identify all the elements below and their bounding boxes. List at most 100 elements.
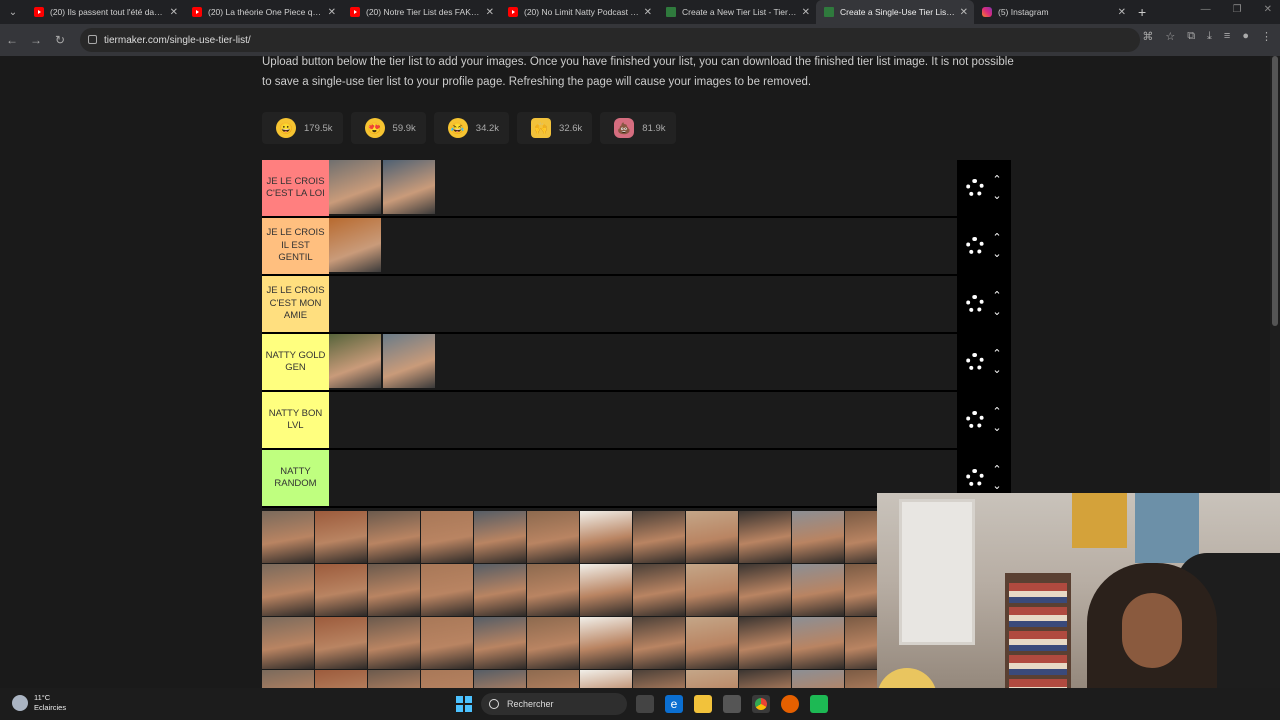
pool-image[interactable] bbox=[792, 511, 844, 563]
pool-image[interactable] bbox=[580, 670, 632, 688]
browser-tab[interactable]: (20) La théorie One Piece qui e ✕ bbox=[184, 0, 342, 24]
reaction-button[interactable]: 😀 179.5k bbox=[262, 112, 343, 144]
pool-image[interactable] bbox=[315, 670, 367, 688]
pool-image[interactable] bbox=[315, 617, 367, 669]
pool-image[interactable] bbox=[580, 617, 632, 669]
store-icon[interactable] bbox=[723, 695, 741, 713]
chrome-icon[interactable] bbox=[752, 695, 770, 713]
pool-image[interactable] bbox=[739, 670, 791, 688]
pool-image[interactable] bbox=[421, 511, 473, 563]
download-icon[interactable]: ⤓ bbox=[1207, 30, 1212, 43]
pool-image[interactable] bbox=[633, 617, 685, 669]
pool-image[interactable] bbox=[262, 670, 314, 688]
pool-image[interactable] bbox=[527, 511, 579, 563]
chevron-down-icon[interactable]: ⌄ bbox=[992, 481, 1001, 492]
pool-image[interactable] bbox=[633, 564, 685, 616]
scrollbar-thumb[interactable] bbox=[1272, 56, 1278, 326]
tier-label[interactable]: NATTY BON LVL bbox=[262, 392, 329, 448]
pool-image[interactable] bbox=[739, 564, 791, 616]
site-info-icon[interactable] bbox=[88, 35, 97, 44]
bookmark-star-icon[interactable]: ☆ bbox=[1165, 30, 1175, 43]
pool-image[interactable] bbox=[421, 670, 473, 688]
pool-image[interactable] bbox=[527, 564, 579, 616]
pool-image[interactable] bbox=[686, 670, 738, 688]
tier-item-image[interactable] bbox=[329, 160, 381, 214]
tier-drop-zone[interactable] bbox=[329, 218, 957, 274]
gear-icon[interactable] bbox=[966, 179, 985, 197]
chevron-up-icon[interactable]: ⌃ bbox=[992, 465, 1001, 476]
close-icon[interactable]: ✕ bbox=[644, 7, 652, 18]
browser-tab[interactable]: (5) Instagram ✕ bbox=[974, 0, 1132, 24]
close-icon[interactable]: ✕ bbox=[802, 7, 810, 18]
reaction-button[interactable]: 😍 59.9k bbox=[350, 112, 426, 144]
browser-tab[interactable]: (20) Ils passent tout l'été dans l ✕ bbox=[26, 0, 184, 24]
browser-tab[interactable]: (20) Notre Tier List des FAKE N ✕ bbox=[342, 0, 500, 24]
url-field[interactable]: tiermaker.com/single-use-tier-list/ bbox=[80, 28, 1140, 52]
close-icon[interactable]: ✕ bbox=[486, 7, 494, 18]
reaction-button[interactable]: 😂 34.2k bbox=[433, 112, 510, 144]
chevron-down-icon[interactable]: ⌄ bbox=[992, 249, 1001, 260]
pool-image[interactable] bbox=[686, 564, 738, 616]
tier-item-image[interactable] bbox=[329, 334, 381, 388]
close-window-icon[interactable]: ✕ bbox=[1264, 4, 1272, 15]
edge-icon[interactable]: e bbox=[665, 695, 683, 713]
chevron-up-icon[interactable]: ⌃ bbox=[992, 175, 1001, 186]
start-button[interactable] bbox=[456, 696, 472, 712]
pool-image[interactable] bbox=[368, 564, 420, 616]
pool-image[interactable] bbox=[474, 564, 526, 616]
close-icon[interactable]: ✕ bbox=[328, 7, 336, 18]
close-icon[interactable]: ✕ bbox=[170, 7, 178, 18]
tier-label[interactable]: JE LE CROIS C'EST LA LOI bbox=[262, 160, 329, 216]
browser-tab[interactable]: Create a New Tier List - TierMa ✕ bbox=[658, 0, 816, 24]
pool-image[interactable] bbox=[421, 564, 473, 616]
pool-image[interactable] bbox=[739, 617, 791, 669]
pool-image[interactable] bbox=[686, 617, 738, 669]
extensions-icon[interactable]: ⧉ bbox=[1187, 30, 1195, 43]
pool-image[interactable] bbox=[368, 617, 420, 669]
pool-image[interactable] bbox=[262, 511, 314, 563]
gear-icon[interactable] bbox=[966, 295, 985, 313]
pool-image[interactable] bbox=[580, 511, 632, 563]
browser-tab[interactable]: (20) No Limit Natty Podcast - Y ✕ bbox=[500, 0, 658, 24]
tier-label[interactable]: JE LE CROIS C'EST MON AMIE bbox=[262, 276, 329, 332]
pool-image[interactable] bbox=[633, 670, 685, 688]
file-explorer-icon[interactable] bbox=[694, 695, 712, 713]
pool-image[interactable] bbox=[686, 511, 738, 563]
tier-label[interactable]: NATTY RANDOM bbox=[262, 450, 329, 506]
pool-image[interactable] bbox=[474, 511, 526, 563]
chevron-up-icon[interactable]: ⌃ bbox=[992, 233, 1001, 244]
tier-item-image[interactable] bbox=[329, 218, 381, 272]
chevron-up-icon[interactable]: ⌃ bbox=[992, 349, 1001, 360]
chevron-up-icon[interactable]: ⌃ bbox=[992, 291, 1001, 302]
gear-icon[interactable] bbox=[966, 353, 985, 371]
media-icon[interactable]: ≡ bbox=[1224, 30, 1230, 43]
pool-image[interactable] bbox=[580, 564, 632, 616]
gear-icon[interactable] bbox=[966, 237, 985, 255]
reaction-button[interactable]: 🙌 32.6k bbox=[517, 112, 593, 144]
pool-image[interactable] bbox=[527, 617, 579, 669]
reaction-button[interactable]: 💩 81.9k bbox=[600, 112, 676, 144]
chevron-down-icon[interactable]: ⌄ bbox=[992, 191, 1001, 202]
taskbar-search[interactable]: Rechercher bbox=[481, 693, 627, 715]
forward-icon[interactable]: → bbox=[24, 33, 48, 47]
weather-widget[interactable]: 11°C Eclaircies bbox=[12, 693, 66, 713]
minimize-icon[interactable]: — bbox=[1201, 4, 1211, 15]
close-icon[interactable]: ✕ bbox=[960, 7, 968, 18]
chevron-down-icon[interactable]: ⌄ bbox=[992, 307, 1001, 318]
tier-item-image[interactable] bbox=[383, 334, 435, 388]
pool-image[interactable] bbox=[527, 670, 579, 688]
tier-drop-zone[interactable] bbox=[329, 334, 957, 390]
tier-drop-zone[interactable] bbox=[329, 160, 957, 216]
pool-image[interactable] bbox=[368, 670, 420, 688]
pool-image[interactable] bbox=[262, 617, 314, 669]
new-tab-button[interactable]: + bbox=[1138, 4, 1146, 20]
firefox-icon[interactable] bbox=[781, 695, 799, 713]
pool-image[interactable] bbox=[474, 617, 526, 669]
tier-item-image[interactable] bbox=[383, 160, 435, 214]
pool-image[interactable] bbox=[262, 564, 314, 616]
pool-image[interactable] bbox=[421, 617, 473, 669]
gear-icon[interactable] bbox=[966, 411, 985, 429]
tier-drop-zone[interactable] bbox=[329, 392, 957, 448]
close-icon[interactable]: ✕ bbox=[1118, 7, 1126, 18]
pool-image[interactable] bbox=[792, 617, 844, 669]
